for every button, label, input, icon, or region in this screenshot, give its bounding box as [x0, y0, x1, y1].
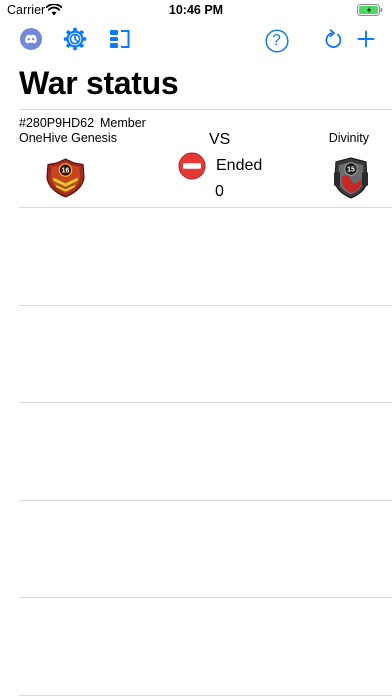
refresh-icon — [324, 28, 344, 55]
war-row[interactable]: #280P9HD62 Member OneHive Genesis VS Div… — [19, 109, 392, 207]
opponent-clan-badge-icon: 15 — [332, 156, 370, 205]
navigation-bar: ? — [0, 26, 392, 56]
opponent-badge-level: 15 — [347, 167, 355, 174]
war-score: 0 — [215, 183, 224, 200]
no-entry-icon — [178, 152, 206, 185]
separator — [19, 597, 392, 598]
page-title: War status — [19, 65, 179, 101]
settings-button[interactable] — [62, 26, 88, 56]
discord-button[interactable] — [19, 26, 43, 56]
separator — [19, 207, 392, 208]
clock: 10:46 PM — [168, 3, 224, 17]
status-bar: Carrier 10:46 PM — [0, 0, 392, 20]
war-state: Ended — [216, 157, 263, 174]
home-clan-badge-icon: 16 — [44, 156, 87, 204]
refresh-button[interactable] — [323, 26, 345, 56]
gear-icon — [63, 27, 87, 56]
add-button[interactable] — [356, 26, 376, 56]
opponent-clan-name: Divinity — [328, 131, 369, 145]
home-badge-level: 16 — [62, 168, 70, 175]
help-glyph: ? — [272, 32, 281, 49]
layout-icon — [109, 29, 130, 54]
vs-label: VS — [209, 131, 231, 148]
separator — [19, 402, 392, 403]
separator — [19, 500, 392, 501]
separator — [19, 305, 392, 306]
discord-icon — [20, 27, 42, 55]
help-icon: ? — [264, 29, 289, 53]
add-icon — [357, 30, 375, 53]
help-button[interactable]: ? — [264, 26, 289, 56]
clan-tag: #280P9HD62 — [19, 116, 95, 130]
layout-button[interactable] — [108, 26, 130, 56]
home-clan-name: OneHive Genesis — [19, 131, 117, 145]
member-role: Member — [100, 116, 146, 130]
battery-icon — [357, 4, 383, 19]
